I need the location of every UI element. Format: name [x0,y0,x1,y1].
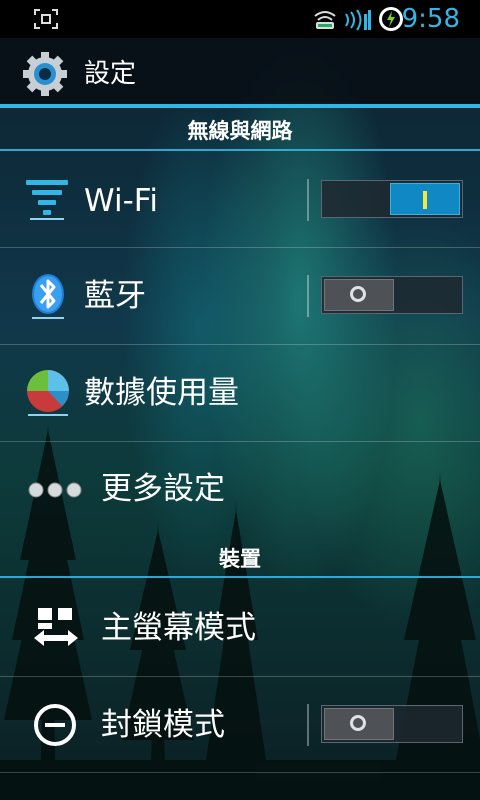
home-mode-label: 主螢幕模式 [101,610,256,646]
settings-row-home-mode[interactable]: 主螢幕模式 [0,580,480,676]
section-header-wireless: 無線與網路 [187,119,293,143]
wifi-label: Wi-Fi [84,183,158,219]
bluetooth-toggle[interactable] [321,276,463,314]
bluetooth-label: 藍牙 [84,278,146,314]
settings-row-block-mode[interactable]: 封鎖模式 [0,677,480,773]
action-bar [0,38,480,106]
data-usage-label: 數據使用量 [84,375,239,411]
row-separator [307,179,309,221]
settings-row-wifi[interactable]: Wi-Fi [0,152,480,248]
wifi-icon [26,180,68,220]
action-bar-divider [0,104,480,108]
row-divider [0,772,480,773]
more-settings-label: 更多設定 [101,471,225,507]
block-mode-label: 封鎖模式 [101,707,225,743]
bluetooth-icon [32,274,64,319]
screenshot-icon [34,9,58,29]
wifi-signal-icon [314,11,336,29]
toggle-knob [324,708,394,740]
pie-chart-icon [27,370,69,416]
home-mode-icon [34,608,78,646]
status-bar: 9:58 [0,0,480,38]
row-separator [307,275,309,317]
section-divider [0,576,480,578]
wifi-toggle[interactable] [321,180,463,218]
row-separator [307,704,309,746]
settings-row-bluetooth[interactable]: 藍牙 [0,248,480,344]
settings-row-data-usage[interactable]: 數據使用量 [0,345,480,441]
toggle-knob [324,279,394,311]
settings-row-more[interactable]: 更多設定 [0,442,480,538]
status-time: 9:58 [401,4,460,34]
block-icon [34,704,76,746]
section-divider [0,149,480,151]
status-icons [312,4,406,34]
section-header-device: 裝置 [219,547,261,571]
cell-signal-icon [345,9,371,31]
toggle-knob [390,183,460,215]
page-title: 設定 [84,59,137,89]
more-dots-icon [28,482,82,498]
block-mode-toggle[interactable] [321,705,463,743]
settings-gear-icon[interactable] [22,51,68,97]
